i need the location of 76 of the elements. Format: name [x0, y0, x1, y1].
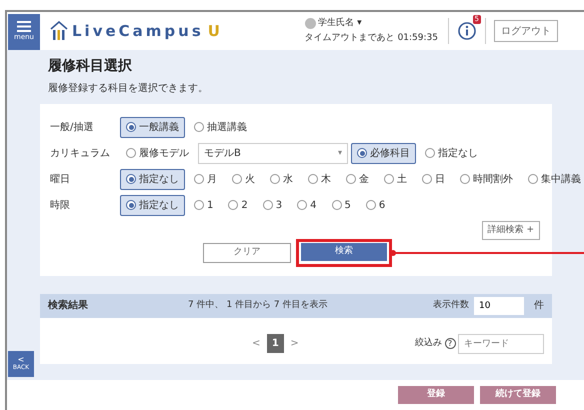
keyword-field[interactable]: キーワード — [458, 334, 544, 354]
radio-option[interactable]: 3 — [256, 194, 288, 216]
radio-icon — [346, 174, 356, 184]
results-title: 検索結果 — [48, 298, 89, 313]
radio-icon — [366, 200, 376, 210]
radio-icon — [194, 200, 204, 210]
radio-icon — [460, 174, 470, 184]
clear-button[interactable]: クリア — [203, 242, 291, 262]
radio-option[interactable]: 6 — [360, 194, 392, 216]
radio-icon — [332, 200, 342, 210]
timeout-text: タイムアウトまであと 01:59:35 — [304, 32, 438, 45]
avatar-icon — [304, 18, 316, 29]
per-page-field[interactable]: 10 — [474, 296, 524, 314]
caret-icon: ▾ — [338, 147, 342, 159]
radio-icon — [528, 174, 538, 184]
radio-option[interactable]: 抽選講義 — [188, 116, 253, 138]
page-subtitle: 履修登録する科目を選択できます。 — [48, 82, 209, 96]
per-page-label: 表示件数 — [433, 298, 469, 312]
radio-option[interactable]: 金 — [340, 168, 375, 190]
radio-icon — [194, 122, 204, 132]
radio-icon — [425, 148, 435, 158]
radio-option[interactable]: 土 — [378, 168, 413, 190]
info-icon — [458, 22, 476, 40]
radio-option[interactable]: 木 — [302, 168, 337, 190]
logo-text: LiveCampus — [72, 20, 204, 42]
page-arrow-button[interactable]: < — [248, 336, 264, 351]
radio-icon — [232, 174, 242, 184]
radio-icon — [297, 200, 308, 210]
radio-icon — [384, 174, 394, 184]
logo-mark: U — [208, 20, 223, 42]
radio-option[interactable]: 4 — [291, 194, 322, 216]
radio-icon — [262, 200, 273, 210]
logo-icon — [50, 21, 68, 41]
radio-option[interactable]: 指定なし — [120, 168, 185, 190]
filter-label: 一般/抽選 — [50, 120, 94, 134]
page-title: 履修科目選択 — [48, 57, 133, 76]
radio-option[interactable]: 集中講義 — [522, 168, 584, 190]
filter-label: 曜日 — [50, 172, 71, 186]
help-icon: ? — [444, 338, 456, 349]
radio-icon — [126, 148, 136, 158]
radio-icon — [308, 174, 318, 184]
radio-icon — [357, 148, 367, 158]
radio-icon — [422, 174, 432, 184]
radio-option[interactable]: 日 — [416, 168, 451, 190]
radio-option[interactable]: 水 — [264, 168, 299, 190]
radio-icon — [126, 200, 136, 210]
menu-icon — [17, 21, 31, 32]
radio-option[interactable]: 月 — [188, 168, 223, 190]
radio-icon — [228, 200, 238, 210]
radio-icon — [126, 174, 136, 184]
info-button[interactable] — [458, 22, 476, 40]
radio-icon — [270, 174, 280, 184]
page-arrow-button[interactable]: > — [286, 336, 303, 351]
radio-icon — [194, 174, 204, 184]
radio-option[interactable]: 火 — [226, 168, 261, 190]
search-button[interactable]: 検索 — [301, 242, 387, 260]
radio-option[interactable]: 必修科目 — [351, 142, 416, 164]
advanced-search-button[interactable]: 詳細検索 + — [482, 220, 540, 240]
per-page-unit: 件 — [534, 299, 544, 313]
radio-option[interactable]: 2 — [222, 194, 254, 216]
results-summary: 7 件中、 1 件目から 7 件目を表示 — [188, 298, 328, 312]
radio-option[interactable]: 1 — [188, 194, 220, 216]
page-button[interactable]: 1 — [266, 334, 284, 353]
radio-option[interactable]: 履修モデル — [120, 142, 195, 164]
logout-button[interactable]: ログアウト — [494, 20, 558, 42]
radio-option[interactable]: 時間割外 — [454, 168, 519, 190]
filter-label: 時限 — [50, 198, 71, 212]
radio-option[interactable]: 指定なし — [120, 194, 185, 216]
select-field[interactable]: モデルB ▾ — [198, 142, 348, 164]
radio-option[interactable]: 5 — [326, 194, 357, 216]
radio-option[interactable]: 一般講義 — [120, 116, 185, 138]
filter-label: カリキュラム — [50, 146, 111, 160]
radio-option[interactable]: 指定なし — [419, 142, 484, 164]
filter-label: 絞込み — [415, 336, 442, 350]
radio-icon — [126, 122, 136, 132]
user-menu[interactable]: 学生氏名 ▾ — [318, 16, 362, 30]
